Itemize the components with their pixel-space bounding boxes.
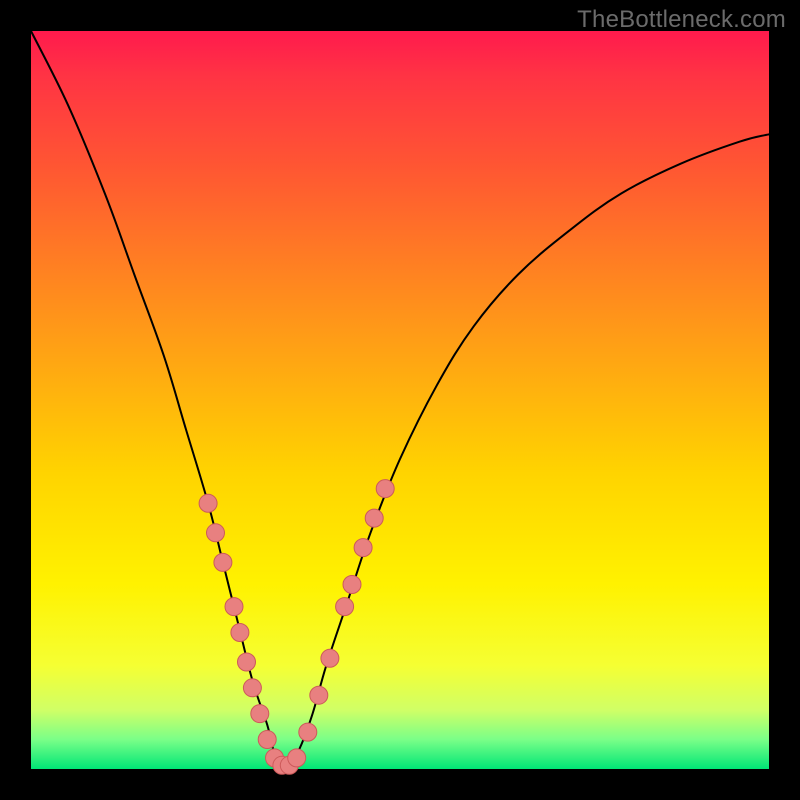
marker-dot xyxy=(225,598,243,616)
marker-dot xyxy=(199,494,217,512)
marker-dot xyxy=(343,576,361,594)
marker-dot xyxy=(258,731,276,749)
marker-dot xyxy=(310,686,328,704)
marker-dot xyxy=(365,509,383,527)
marker-dot xyxy=(231,624,249,642)
marker-dot xyxy=(376,480,394,498)
chart-svg xyxy=(31,31,769,769)
marker-dot xyxy=(214,553,232,571)
marker-dot xyxy=(354,539,372,557)
bottleneck-curve xyxy=(31,31,769,769)
marker-dot xyxy=(336,598,354,616)
marker-dot xyxy=(299,723,317,741)
marker-dot xyxy=(251,705,269,723)
marker-dot xyxy=(288,749,306,767)
marker-dot xyxy=(207,524,225,542)
watermark-label: TheBottleneck.com xyxy=(577,6,786,34)
marker-dot xyxy=(243,679,261,697)
marker-group xyxy=(199,480,394,775)
marker-dot xyxy=(238,653,256,671)
marker-dot xyxy=(321,649,339,667)
